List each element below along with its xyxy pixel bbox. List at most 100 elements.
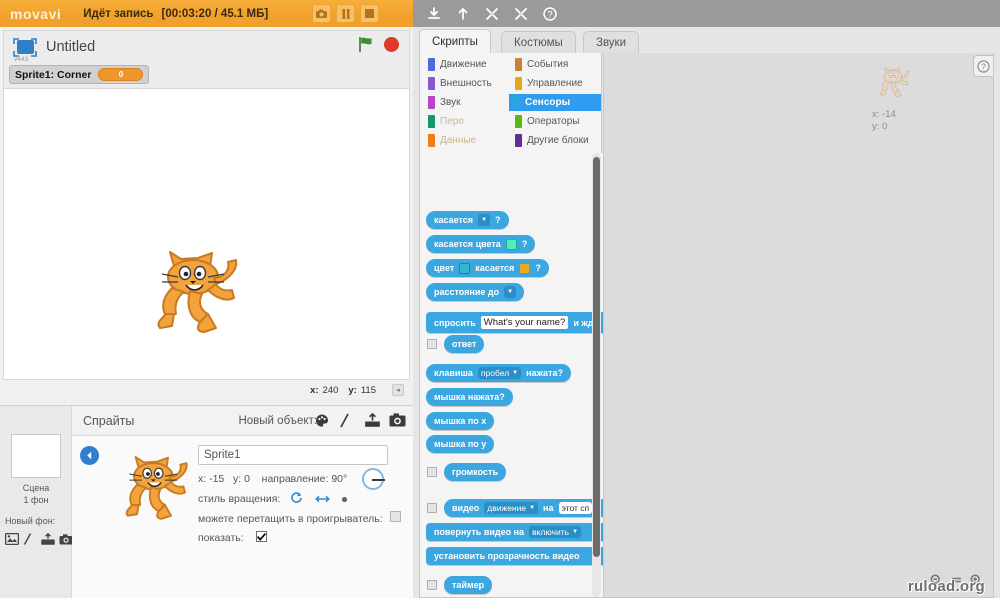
pin-icon[interactable] bbox=[456, 7, 470, 21]
help-icon[interactable]: ? bbox=[543, 6, 557, 21]
mouse-y-block[interactable]: мышка по y bbox=[426, 435, 495, 453]
watcher-value: 0 bbox=[98, 68, 144, 81]
category-label: Данные bbox=[440, 135, 477, 146]
stage-thumbnail[interactable] bbox=[11, 434, 61, 478]
color-swatch[interactable] bbox=[459, 262, 471, 274]
paint-brush-icon[interactable] bbox=[23, 532, 37, 545]
category-looks[interactable]: Внешность bbox=[424, 76, 492, 91]
collapse-icon[interactable] bbox=[514, 7, 528, 21]
stage-selector-label: Сцена 1 фон bbox=[0, 482, 72, 506]
upload-icon[interactable] bbox=[41, 532, 55, 545]
color-swatch-2[interactable] bbox=[519, 262, 531, 274]
touching-block[interactable]: касается ▼ ? bbox=[426, 211, 509, 229]
category-label: Другие блоки bbox=[527, 135, 589, 146]
category-motion[interactable]: Движение bbox=[424, 57, 487, 72]
stage-controls bbox=[358, 36, 399, 53]
sprites-title: Спрайты bbox=[83, 413, 135, 428]
key-pressed-block[interactable]: клавиша пробел ▼ нажата? bbox=[426, 364, 571, 382]
answer-block[interactable]: ответ bbox=[444, 335, 485, 353]
show-checkbox[interactable] bbox=[256, 531, 267, 542]
camera-icon[interactable] bbox=[59, 532, 73, 545]
help-tab[interactable]: ? bbox=[973, 55, 993, 77]
category-sound[interactable]: Звук bbox=[424, 95, 461, 110]
dropdown-menu[interactable]: ▼ bbox=[478, 214, 491, 226]
do-not-rotate-icon[interactable] bbox=[340, 491, 353, 504]
category-operators[interactable]: Операторы bbox=[511, 114, 579, 129]
color-touching-block[interactable]: цвет касается ? bbox=[426, 259, 549, 277]
block-label: громкость bbox=[452, 467, 498, 477]
stop-button[interactable] bbox=[360, 4, 379, 23]
tab-costumes[interactable]: Костюмы bbox=[501, 31, 576, 53]
mouse-x-block[interactable]: мышка по x bbox=[426, 412, 495, 430]
category-sensing[interactable]: Сенсоры bbox=[509, 94, 601, 111]
sprite-pane: Сцена 1 фон Новый фон: Спрайты Новый объ… bbox=[0, 405, 413, 598]
picture-icon[interactable] bbox=[4, 532, 20, 546]
script-sprite-y: y: 0 bbox=[872, 121, 938, 133]
draggable-label: можете перетащить в проигрыватель: bbox=[198, 513, 383, 525]
timer-block[interactable]: таймер bbox=[444, 576, 493, 594]
green-flag-icon[interactable] bbox=[358, 36, 374, 53]
script-sprite-badge: x: -14 y: 0 bbox=[868, 63, 938, 133]
video-on-block[interactable]: видео движение ▼ на этот сп bbox=[444, 499, 603, 517]
category-swatch bbox=[428, 134, 435, 147]
direction-dial[interactable] bbox=[362, 468, 385, 490]
paint-new-icon[interactable] bbox=[314, 413, 330, 428]
sprite-name-input[interactable]: Sprite1 bbox=[198, 445, 388, 465]
tab-scripts[interactable]: Скрипты bbox=[419, 29, 491, 53]
camera-icon[interactable] bbox=[389, 413, 406, 428]
video-checkbox[interactable] bbox=[427, 503, 437, 513]
stage-sprite-cat[interactable] bbox=[146, 244, 256, 339]
loudness-checkbox[interactable] bbox=[427, 467, 437, 477]
dropdown-menu[interactable]: движение ▼ bbox=[484, 502, 539, 514]
recording-status-text: Идёт запись bbox=[83, 7, 154, 20]
script-sprite-x: x: -14 bbox=[872, 109, 938, 121]
download-icon[interactable] bbox=[427, 6, 441, 21]
stage-x-value: 240 bbox=[322, 384, 339, 396]
ask-and-wait-block[interactable]: спросить What's your name? и жд bbox=[426, 312, 603, 333]
dropdown-menu[interactable]: включить ▼ bbox=[529, 526, 582, 538]
back-arrow-icon[interactable] bbox=[80, 446, 99, 465]
loudness-block[interactable]: громкость bbox=[444, 463, 506, 481]
palette-scrollbar-thumb[interactable] bbox=[593, 157, 600, 557]
category-pen[interactable]: Перо bbox=[424, 114, 464, 129]
stage-selector-panel[interactable]: Сцена 1 фон Новый фон: bbox=[0, 406, 73, 598]
turn-video-block[interactable]: повернуть видео на включить ▼ bbox=[426, 523, 603, 541]
block-label-a: видео bbox=[452, 503, 480, 513]
distance-to-block[interactable]: расстояние до ▼ bbox=[426, 283, 525, 301]
tab-sounds[interactable]: Звуки bbox=[583, 31, 640, 53]
category-swatch bbox=[428, 58, 435, 71]
pause-button[interactable] bbox=[336, 4, 355, 23]
paint-brush-icon[interactable] bbox=[339, 413, 355, 428]
stage-canvas[interactable] bbox=[3, 88, 410, 380]
stop-sign-icon[interactable] bbox=[384, 37, 399, 52]
snapshot-button[interactable] bbox=[312, 4, 331, 23]
category-control[interactable]: Управление bbox=[511, 76, 583, 91]
variable-watcher[interactable]: Sprite1: Corner 0 bbox=[9, 65, 150, 84]
upload-icon[interactable] bbox=[364, 412, 380, 428]
rotate-all-around-icon[interactable] bbox=[290, 491, 303, 504]
dropdown-menu-2[interactable]: этот сп bbox=[558, 502, 593, 514]
category-swatch bbox=[515, 115, 522, 128]
palette-blocks-list[interactable]: касается ▼ ? касается цвета ? цвет касае… bbox=[420, 153, 603, 597]
ask-text-input[interactable]: What's your name? bbox=[480, 316, 569, 329]
category-data[interactable]: Данные bbox=[424, 133, 476, 148]
block-label-a: цвет bbox=[434, 263, 455, 273]
expand-icon[interactable] bbox=[485, 7, 499, 21]
mouse-down-block[interactable]: мышка нажата? bbox=[426, 388, 513, 406]
stage-resize-handle[interactable]: ◂ bbox=[392, 384, 404, 396]
sprite-thumbnail-cat[interactable] bbox=[117, 446, 202, 529]
stage-watcher-bar: Sprite1: Corner 0 bbox=[3, 62, 410, 88]
timer-checkbox[interactable] bbox=[427, 580, 437, 590]
answer-checkbox[interactable] bbox=[427, 339, 437, 349]
script-canvas[interactable]: x: -14 y: 0 ? ruload.org bbox=[603, 53, 994, 598]
category-more-blocks[interactable]: Другие блоки bbox=[511, 133, 589, 148]
touching-color-block[interactable]: касается цвета ? bbox=[426, 235, 536, 253]
category-events[interactable]: События bbox=[511, 57, 568, 72]
flip-left-right-icon[interactable] bbox=[315, 491, 330, 504]
dropdown-menu[interactable]: пробел ▼ bbox=[477, 367, 522, 379]
color-swatch[interactable] bbox=[505, 238, 517, 250]
dropdown-menu[interactable]: ▼ bbox=[504, 286, 517, 298]
draggable-checkbox[interactable] bbox=[390, 511, 401, 522]
set-video-transparency-block[interactable]: установить прозрачность видео bbox=[426, 547, 603, 565]
stage-header: v443 Untitled bbox=[3, 30, 410, 63]
